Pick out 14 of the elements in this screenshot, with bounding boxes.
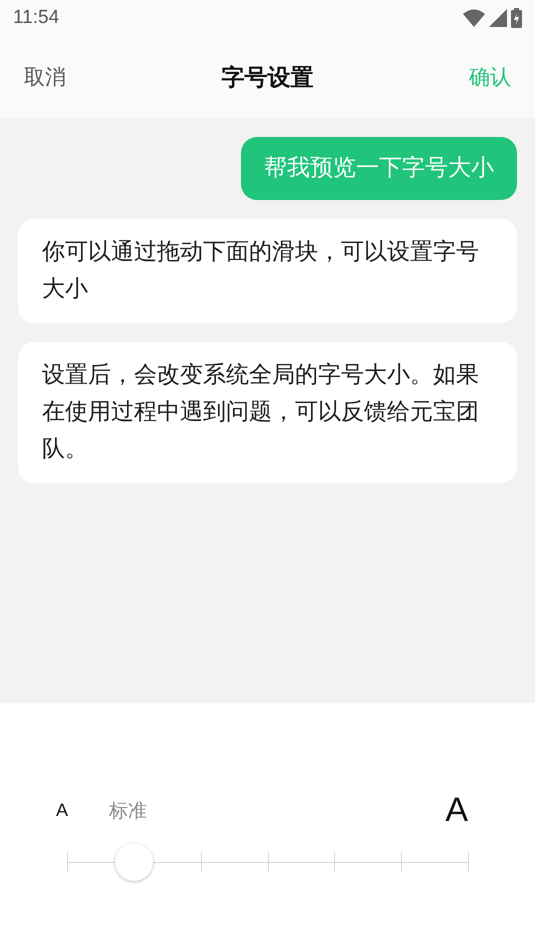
assistant-message: 设置后，会改变系统全局的字号大小。如果在使用过程中遇到问题，可以反馈给元宝团队。 <box>18 342 517 483</box>
page-title: 字号设置 <box>222 64 314 92</box>
cancel-button[interactable]: 取消 <box>24 63 66 91</box>
status-time: 11:54 <box>13 7 60 29</box>
signal-icon <box>489 9 507 27</box>
user-message: 帮我预览一下字号大小 <box>241 137 517 200</box>
current-size-label: 标准 <box>109 798 148 824</box>
battery-charging-icon <box>511 8 522 28</box>
large-font-label: A <box>445 791 468 830</box>
slider-thumb[interactable] <box>114 843 153 881</box>
wifi-icon <box>463 9 485 27</box>
small-font-label: A <box>56 800 70 821</box>
assistant-message: 你可以通过拖动下面的滑块，可以设置字号大小 <box>18 219 517 323</box>
font-size-slider[interactable] <box>67 843 468 883</box>
